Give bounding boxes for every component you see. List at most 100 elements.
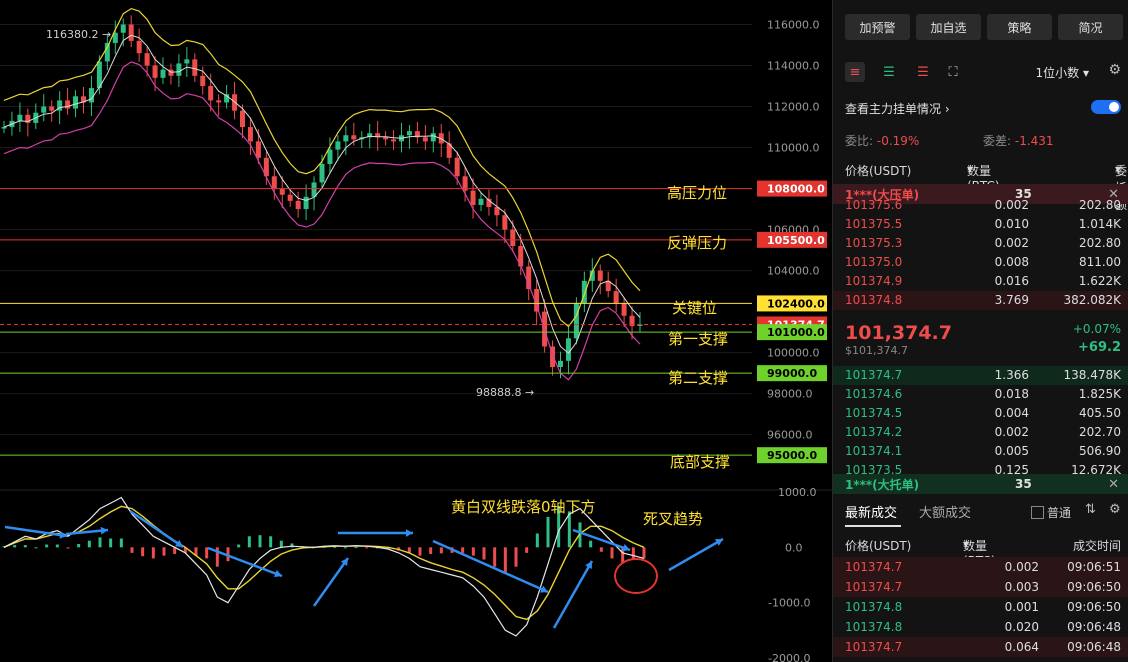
candle-body [17,114,23,121]
close-icon[interactable]: ✕ [1108,477,1119,492]
candle-body [136,40,142,54]
change-abs: +69.2 [1078,340,1121,355]
trade-qty: 0.002 [1004,560,1039,574]
depth-view-icon[interactable]: ⛶ [943,62,963,82]
annotation-arrowhead [100,526,108,535]
macd-histogram-bar [269,536,273,548]
ask-qty: 0.002 [994,236,1029,250]
macd-histogram-bar [365,547,369,549]
decimal-select[interactable]: 1位小数 ▾ [1036,64,1089,81]
macd-tick-label: 1000.0 [778,486,817,499]
bid-row[interactable]: 101374.6 0.018 1.825K [833,385,1128,404]
candle-body [510,229,516,246]
trade-qty: 0.064 [1004,640,1039,654]
macd-histogram-bar [77,544,81,548]
ask-price: 101374.9 [845,274,903,288]
ask-row[interactable]: 101374.9 0.016 1.622K [833,272,1128,291]
price-tick-label: 98000.0 [767,388,813,401]
bid-amount: 405.50 [1079,406,1121,420]
macd-histogram-bar [66,547,70,549]
bid-row[interactable]: 101374.7 1.366 138.478K [833,366,1128,385]
ask-qty: 0.010 [994,217,1029,231]
candle-body [558,360,563,367]
price-tick-label: 112000.0 [767,101,820,114]
candle-body [120,24,126,33]
trade-qty-sort[interactable]: 数量(BTC) ▾ [963,537,996,568]
ask-row[interactable]: 101375.5 0.010 1.014K [833,215,1128,234]
ask-row[interactable]: 101375.0 0.008 811.00 [833,253,1128,272]
macd-histogram-bar [610,547,614,559]
asks-only-icon[interactable]: ☰ [913,62,933,82]
macd-histogram-bar [162,547,166,556]
macd-histogram-bar [461,547,465,553]
candle-body [192,59,198,76]
candle-body [335,141,341,150]
price-tick-label: 116000.0 [767,19,820,32]
macd-histogram-bar [109,538,113,548]
main-orders-link[interactable]: 查看主力挂单情况 › [845,100,950,117]
tab-large-trades[interactable]: 大额成交 [919,502,971,521]
candle-body [295,200,301,210]
trade-price: 101374.8 [845,620,903,634]
candle-body [597,270,603,281]
large-bid-bar[interactable]: 1***(大托单) 35 ✕ [833,474,1128,494]
ask-amount: 202.80 [1079,198,1121,212]
candle-body [255,141,261,158]
trade-time: 09:06:50 [1067,600,1121,614]
settings-icon[interactable]: ⚙ [1108,62,1121,78]
macd-histogram-bar [514,547,518,567]
ask-qty: 0.008 [994,255,1029,269]
ask-row[interactable]: 101374.8 3.769 382.082K [833,291,1128,310]
overview-button[interactable]: 简况 [1058,14,1123,40]
macd-histogram-bar [429,547,433,554]
add-watchlist-button[interactable]: 加自选 [916,14,981,40]
level-tag-label: 105500.0 [767,234,825,247]
bids-only-icon[interactable]: ☰ [879,62,899,82]
filter-icon[interactable]: ⇅ [1085,502,1096,517]
macd-histogram-bar [535,533,539,548]
candle-body [279,188,285,195]
macd-histogram-bar [418,547,422,556]
tab-latest-trades[interactable]: 最新成交 [845,502,897,521]
bid-price: 101374.6 [845,387,903,401]
normal-checkbox[interactable] [1031,506,1044,519]
candle-body [49,106,55,111]
ask-price: 101375.0 [845,255,903,269]
strategy-button[interactable]: 策略 [987,14,1052,40]
amount-sort[interactable]: 委托额 ▾ [1115,162,1127,212]
bid-row[interactable]: 101374.5 0.004 405.50 [833,404,1128,423]
bid-qty: 0.018 [994,387,1029,401]
bid-amount: 1.825K [1078,387,1121,401]
macd-histogram-bar [34,547,38,549]
last-price: 101,374.7 [845,322,952,344]
settings-icon[interactable]: ⚙ [1109,502,1121,517]
trade-row: 101374.8 0.020 09:06:48 [833,617,1128,637]
level-tag-label: 95000.0 [767,449,817,462]
trade-row: 101374.7 0.002 09:06:51 [833,557,1128,577]
candle-body [430,133,436,142]
candle-body [73,96,79,109]
add-alert-button[interactable]: 加预警 [845,14,910,40]
qty-sort[interactable]: 数量 (BTC) ▾ [967,162,1000,193]
low-marker: 98888.8 → [476,386,534,399]
main-orders-toggle[interactable] [1091,100,1121,114]
macd-histogram-bar [23,545,27,548]
high-pressure-annotation: 高压力位 [667,184,728,202]
bid-amount: 138.478K [1063,368,1122,382]
ask-row[interactable]: 101375.6 0.002 202.80 [833,196,1128,215]
ask-row[interactable]: 101375.3 0.002 202.80 [833,234,1128,253]
bid-row[interactable]: 101374.2 0.002 202.70 [833,423,1128,442]
macd-histogram-bar [98,537,102,548]
annotation-arrow [129,509,184,549]
candle-body [502,215,508,230]
macd-histogram-bar [119,538,123,548]
both-sides-icon[interactable]: ≡ [845,62,865,82]
macd-histogram-bar [87,540,91,548]
macd-histogram-bar [546,516,550,548]
candle-body [176,63,182,76]
macd-histogram-bar [279,540,283,548]
macd-histogram-bar [258,535,262,548]
trade-row: 101374.8 0.001 09:06:50 [833,597,1128,617]
bid-row[interactable]: 101374.1 0.005 506.90 [833,442,1128,461]
support1-annotation: 第一支撑 [668,330,729,348]
